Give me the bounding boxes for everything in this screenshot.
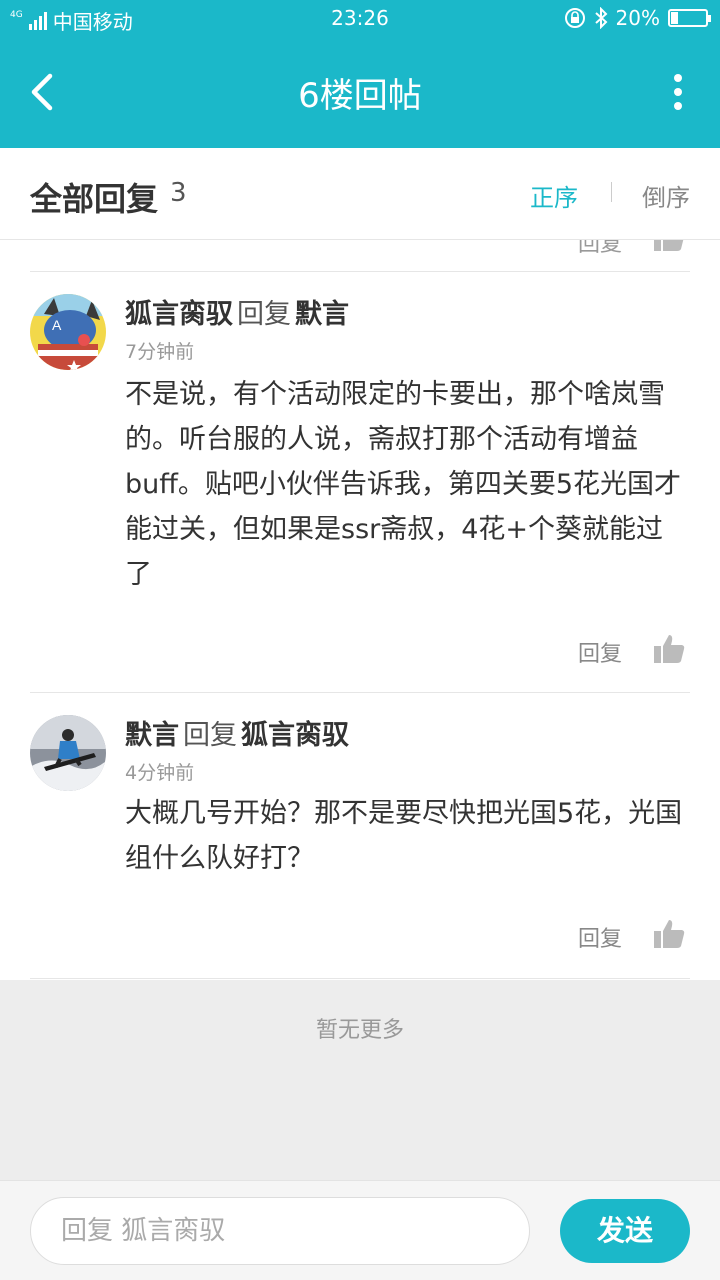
reply-names: 狐言脔驭 回复 默言 <box>125 292 349 331</box>
avatar[interactable]: A <box>30 294 106 370</box>
thumbs-up-icon[interactable] <box>652 917 686 955</box>
target-name[interactable]: 狐言脔驭 <box>241 720 349 751</box>
svg-text:A: A <box>52 317 62 333</box>
no-more-text: 暂无更多 <box>315 1018 404 1043</box>
reply-names: 默言 回复 狐言脔驭 <box>125 713 349 752</box>
reply-actions: 回复 <box>490 917 690 957</box>
send-button[interactable]: 发送 <box>560 1199 690 1263</box>
reply-button[interactable]: 回复 <box>578 921 622 953</box>
lock-rotation-icon <box>564 8 585 28</box>
reply-bar: 回复 狐言脔驭 发送 <box>0 1180 720 1280</box>
reply-button[interactable]: 回复 <box>578 636 622 668</box>
page-title: 6楼回帖 <box>298 76 422 116</box>
post-time: 7分钟前 <box>125 341 195 363</box>
sort-divider <box>611 182 612 202</box>
reply-input[interactable]: 回复 狐言脔驭 <box>30 1197 530 1265</box>
all-replies-label: 全部回复 <box>30 180 159 218</box>
replies-header: 全部回复 3 正序 倒序 <box>0 148 720 240</box>
sort-asc-tab[interactable]: 正序 <box>530 178 578 213</box>
thumbs-up-icon[interactable] <box>652 240 686 258</box>
reply-text: 不是说，有个活动限定的卡要出，那个啥岚雪的。听台服的人说，斋叔打那个活动有增益b… <box>125 379 682 590</box>
avatar[interactable] <box>30 715 106 791</box>
reply-word: 回复 <box>183 720 237 751</box>
post-time: 4分钟前 <box>125 762 195 784</box>
reply-actions: 回复 <box>490 632 690 672</box>
reply-word: 回复 <box>237 299 291 330</box>
battery-icon <box>668 9 711 27</box>
sort-desc-tab[interactable]: 倒序 <box>642 178 690 213</box>
reply-button[interactable]: 回复 <box>578 240 622 258</box>
reply-count: 3 <box>170 178 187 208</box>
reply-list: 回复 A 狐言脔驭 回复 默言 7分钟前 不是说，有个活动限定的卡要出，那个啥岚… <box>0 240 720 980</box>
battery-percent: 20% <box>615 6 660 30</box>
bluetooth-icon <box>594 7 607 29</box>
status-bar: 4G 中国移动 23:26 20% <box>0 0 720 36</box>
reply-item: A 狐言脔驭 回复 默言 7分钟前 不是说，有个活动限定的卡要出，那个啥岚雪的。听台… <box>30 272 690 693</box>
nav-bar: 6楼回帖 <box>0 36 720 148</box>
list-item: 回复 <box>30 240 690 272</box>
reply-item: 默言 回复 狐言脔驭 4分钟前 大概几号开始？那不是要尽快把光国5花，光国组什么队好… <box>30 693 690 979</box>
more-vertical-icon <box>670 74 686 110</box>
author-name[interactable]: 狐言脔驭 <box>125 299 233 330</box>
reply-text: 大概几号开始？那不是要尽快把光国5花，光国组什么队好打？ <box>125 798 683 874</box>
author-name[interactable]: 默言 <box>125 720 179 751</box>
thumbs-up-icon[interactable] <box>652 632 686 670</box>
more-button[interactable] <box>670 74 686 114</box>
target-name[interactable]: 默言 <box>295 299 349 330</box>
